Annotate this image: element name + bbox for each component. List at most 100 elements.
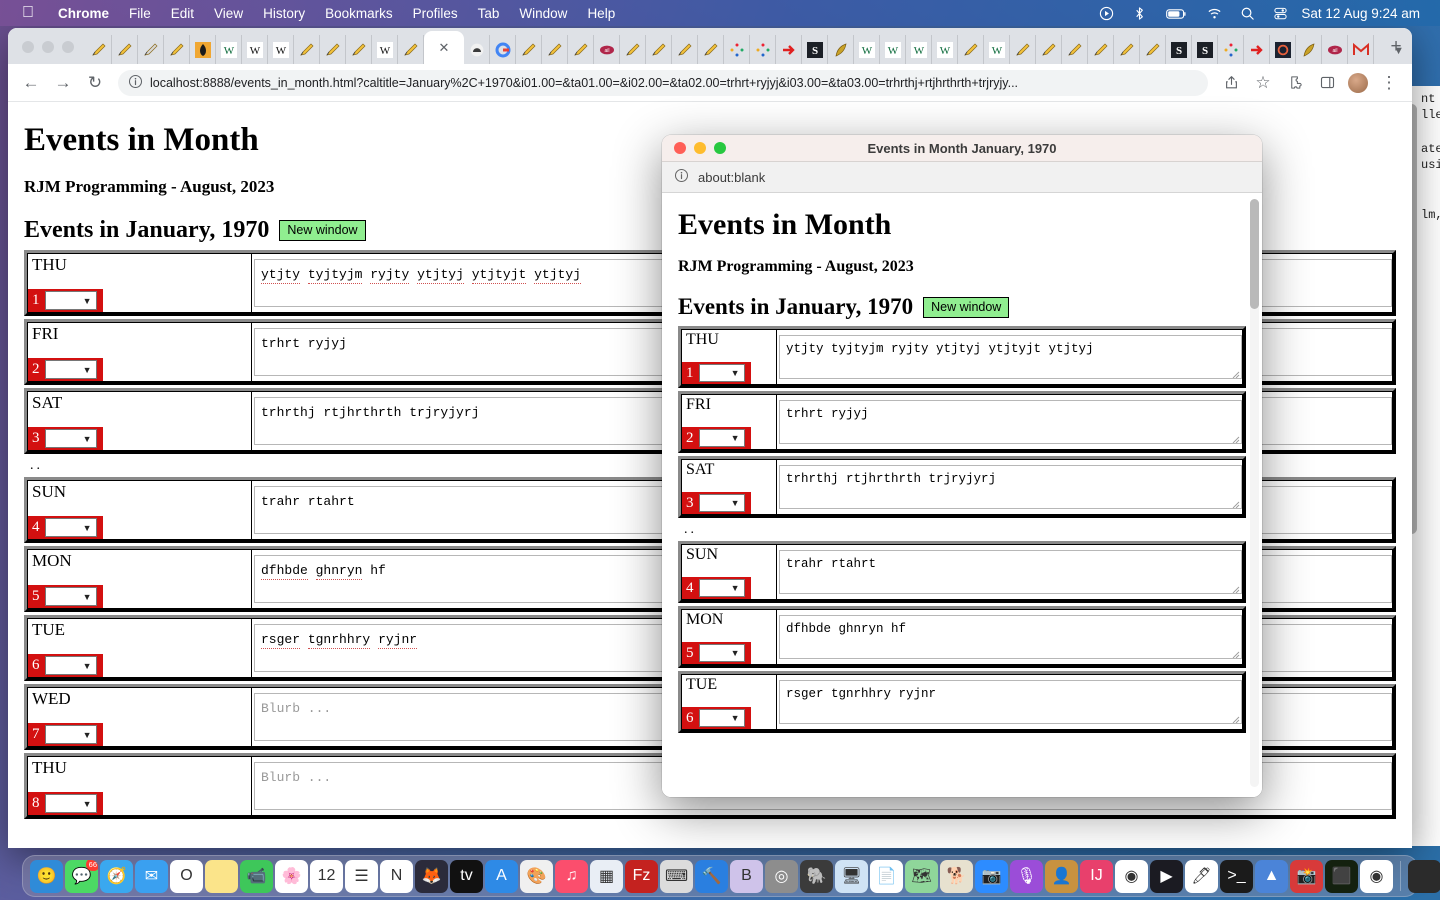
notability-icon[interactable]: N xyxy=(380,859,413,893)
day-select-dropdown[interactable]: ▼ xyxy=(44,656,97,675)
event-textarea[interactable]: rsger tgnrhhry ryjnr xyxy=(779,680,1242,724)
battery-icon[interactable] xyxy=(1156,6,1198,21)
reload-icon[interactable]: ↻ xyxy=(80,68,110,98)
reminders-icon[interactable]: ☰ xyxy=(345,859,378,893)
browser-tab[interactable] xyxy=(776,35,802,64)
control-center-icon[interactable] xyxy=(1264,6,1297,21)
browser-tab[interactable]: W xyxy=(216,35,242,64)
launchpad-icon[interactable]: ▦ xyxy=(590,859,623,893)
maps-icon[interactable]: 🗺 xyxy=(905,859,938,893)
day-select-dropdown[interactable]: ▼ xyxy=(44,360,97,379)
inkscape-icon[interactable]: 🖊 xyxy=(1185,859,1218,893)
day-select-dropdown[interactable]: ▼ xyxy=(698,429,745,447)
minimize-window-button[interactable] xyxy=(42,41,54,53)
filemaker-icon[interactable]: ▲ xyxy=(1255,859,1288,893)
gimp-icon[interactable]: 🐕 xyxy=(940,859,973,893)
day-select-dropdown[interactable]: ▼ xyxy=(44,429,97,448)
browser-tab[interactable] xyxy=(86,35,112,64)
browser-tab[interactable] xyxy=(646,35,672,64)
browser-tab[interactable] xyxy=(294,35,320,64)
menu-item-tab[interactable]: Tab xyxy=(468,6,510,21)
browser-tab[interactable]: ail xyxy=(594,35,620,64)
maximize-window-button[interactable] xyxy=(62,41,74,53)
address-bar[interactable]: localhost:8888/events_in_month.html?calt… xyxy=(118,69,1208,96)
apple-tv-icon[interactable]: tv xyxy=(450,859,483,893)
photobooth-icon[interactable]: 📸 xyxy=(1290,859,1323,893)
menu-item-profiles[interactable]: Profiles xyxy=(403,6,468,21)
menubar-clock[interactable]: Sat 12 Aug 9:24 am xyxy=(1297,6,1432,21)
popup-scrollbar-thumb[interactable] xyxy=(1250,199,1259,309)
day-select-dropdown[interactable]: ▼ xyxy=(44,794,97,813)
event-textarea[interactable]: trhrthj rtjhrthrth trjryjyrj xyxy=(779,465,1242,509)
quicktime-icon[interactable]: ▶ xyxy=(1150,859,1183,893)
browser-tab[interactable]: W xyxy=(880,35,906,64)
info-circle-icon[interactable] xyxy=(128,74,143,92)
avatar[interactable] xyxy=(1348,72,1368,93)
screens-icon[interactable]: 🖥 xyxy=(835,859,868,893)
browser-tab[interactable]: S xyxy=(802,35,828,64)
browser-tab[interactable] xyxy=(958,35,984,64)
browser-tab[interactable] xyxy=(190,35,216,64)
firefox-icon[interactable]: 🦊 xyxy=(415,859,448,893)
textarea-resize-handle[interactable] xyxy=(1232,649,1240,658)
opera-icon[interactable]: O xyxy=(170,859,203,893)
bbedit-icon[interactable]: B xyxy=(730,859,763,893)
textedit-icon[interactable]: 📄 xyxy=(870,859,903,893)
terminal-icon[interactable]: >_ xyxy=(1220,859,1253,893)
minimized-dark-window[interactable] xyxy=(1408,859,1440,893)
browser-tab[interactable] xyxy=(698,35,724,64)
browser-tab[interactable] xyxy=(1140,35,1166,64)
browser-tab[interactable]: W xyxy=(906,35,932,64)
textarea-resize-handle[interactable] xyxy=(1232,714,1240,723)
puzzle-piece-icon[interactable] xyxy=(1280,68,1310,98)
browser-tab[interactable] xyxy=(672,35,698,64)
browser-tab[interactable] xyxy=(1244,35,1270,64)
share-icon[interactable] xyxy=(1216,68,1246,98)
event-textarea[interactable]: ytjty tyjtyjm ryjty ytjtyj ytjtyjt ytjty… xyxy=(779,335,1242,379)
notes-icon[interactable] xyxy=(205,859,238,893)
safari-icon[interactable]: 🧭 xyxy=(100,859,133,893)
browser-tab[interactable]: W xyxy=(268,35,294,64)
day-select-dropdown[interactable]: ▼ xyxy=(698,644,745,662)
close-icon[interactable]: ✕ xyxy=(439,40,450,56)
new-window-button[interactable]: New window xyxy=(279,220,366,241)
browser-tab[interactable] xyxy=(750,35,776,64)
browser-tab[interactable] xyxy=(112,35,138,64)
day-select-dropdown[interactable]: ▼ xyxy=(698,709,745,727)
textarea-resize-handle[interactable] xyxy=(1232,369,1240,378)
browser-tab[interactable]: W xyxy=(854,35,880,64)
browser-tab[interactable] xyxy=(346,35,372,64)
evernote-icon[interactable]: 🐘 xyxy=(800,859,833,893)
menu-item-edit[interactable]: Edit xyxy=(161,6,204,21)
bluetooth-icon[interactable] xyxy=(1123,6,1156,21)
browser-tab[interactable] xyxy=(1088,35,1114,64)
day-select-dropdown[interactable]: ▼ xyxy=(44,725,97,744)
browser-tab[interactable] xyxy=(138,35,164,64)
browser-tab[interactable] xyxy=(568,35,594,64)
menu-item-history[interactable]: History xyxy=(253,6,315,21)
star-icon[interactable]: ☆ xyxy=(1248,68,1278,98)
podcasts-icon[interactable]: 🎙 xyxy=(1010,859,1043,893)
browser-tab[interactable] xyxy=(1062,35,1088,64)
browser-tab[interactable] xyxy=(1270,35,1296,64)
menu-item-view[interactable]: View xyxy=(204,6,253,21)
browser-tab[interactable]: ail xyxy=(1322,35,1348,64)
filezilla-icon[interactable]: Fz xyxy=(625,859,658,893)
xcode-icon[interactable]: 🔨 xyxy=(695,859,728,893)
browser-tab[interactable]: W xyxy=(932,35,958,64)
menu-item-chrome[interactable]: Chrome xyxy=(48,6,119,21)
chrome-icon[interactable]: ◉ xyxy=(1115,859,1148,893)
console-icon[interactable]: ⬛ xyxy=(1325,859,1358,893)
browser-tab[interactable] xyxy=(320,35,346,64)
browser-tab[interactable] xyxy=(1036,35,1062,64)
browser-tab[interactable] xyxy=(1114,35,1140,64)
browser-tab[interactable] xyxy=(724,35,750,64)
day-select-dropdown[interactable]: ▼ xyxy=(44,518,97,537)
browser-tab[interactable] xyxy=(1374,35,1376,64)
active-browser-tab[interactable]: ✕ xyxy=(424,31,464,64)
target-icon[interactable]: ◎ xyxy=(765,859,798,893)
browser-tab[interactable] xyxy=(164,35,190,64)
browser-tab[interactable]: S xyxy=(1166,35,1192,64)
browser-tab[interactable] xyxy=(490,35,516,64)
info-circle-icon[interactable] xyxy=(674,168,689,186)
